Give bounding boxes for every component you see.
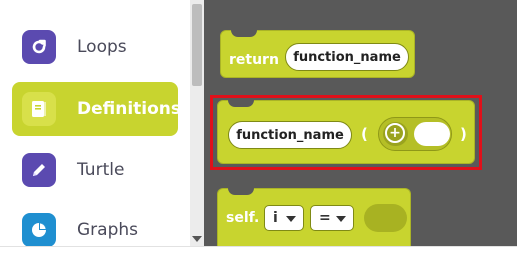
sidebar-scrollbar[interactable]: [190, 0, 204, 246]
value-slot[interactable]: [364, 204, 407, 232]
highlight-box: [210, 95, 482, 170]
pencil-icon: [22, 153, 56, 187]
attribute-dropdown[interactable]: i: [264, 205, 304, 231]
function-name-reporter[interactable]: function_name: [285, 43, 409, 71]
category-sidebar: Loops Definitions Turtle Graphs: [0, 0, 190, 247]
category-label: Turtle: [77, 160, 125, 180]
operator-dropdown[interactable]: =: [310, 205, 354, 231]
block-notch: [228, 188, 254, 195]
category-label: Graphs: [77, 220, 139, 240]
loop-icon: [22, 30, 56, 64]
self-assign-block[interactable]: self. i =: [217, 188, 411, 246]
category-label: Loops: [77, 37, 127, 57]
category-turtle[interactable]: Turtle: [12, 143, 178, 197]
self-keyword: self.: [226, 210, 260, 226]
category-label: Definitions: [77, 99, 182, 119]
return-keyword: return: [229, 52, 279, 68]
bottom-bar: [0, 246, 517, 258]
scroll-thumb[interactable]: [192, 4, 202, 86]
chevron-down-icon: [336, 216, 346, 222]
chevron-down-icon: [286, 216, 296, 222]
app-window: Loops Definitions Turtle Graphs return f…: [0, 0, 517, 258]
category-loops[interactable]: Loops: [12, 20, 178, 74]
attribute-dropdown-label: i: [273, 210, 278, 226]
return-block[interactable]: return function_name: [220, 30, 415, 78]
block-notch: [231, 30, 257, 37]
scroll-down-arrow-icon[interactable]: [192, 236, 202, 242]
pie-chart-icon: [22, 213, 56, 247]
book-icon: [22, 92, 56, 126]
operator-dropdown-label: =: [319, 210, 331, 226]
category-definitions[interactable]: Definitions: [12, 82, 182, 136]
